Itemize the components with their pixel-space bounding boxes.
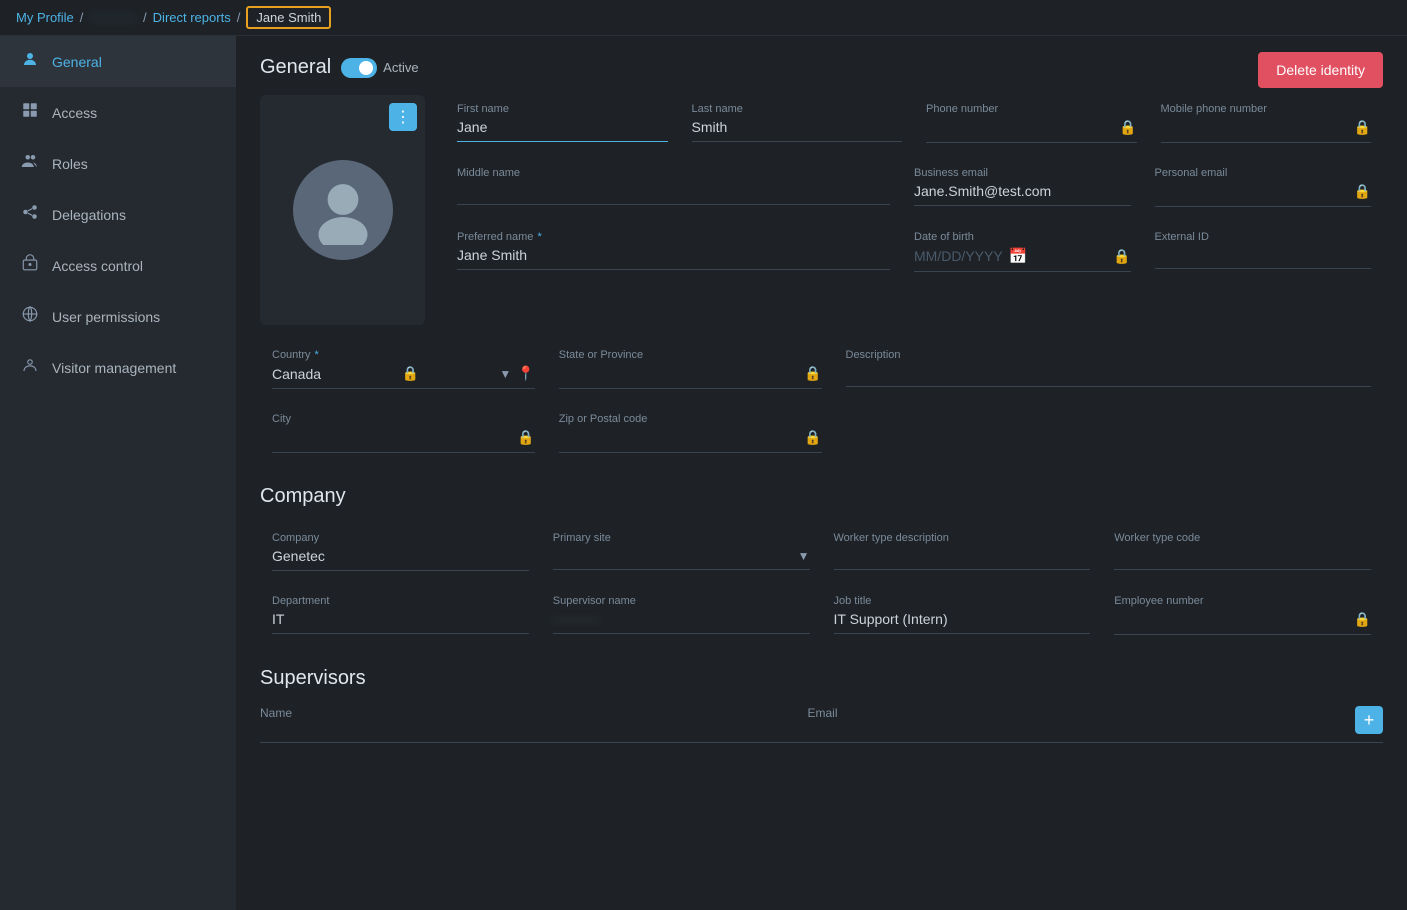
country-value: Canada — [272, 366, 321, 382]
employee-number-field: Employee number 🔒 — [1102, 587, 1383, 643]
department-field: Department IT — [260, 587, 541, 643]
avatar-card: ⋮ — [260, 95, 425, 325]
last-name-value: Smith — [692, 119, 728, 135]
row-middle-email: Middle name Business email Jane.Smith@te… — [445, 159, 1383, 215]
sidebar-general-label: General — [52, 54, 102, 70]
user-permissions-icon — [20, 305, 40, 328]
sidebar-access-control-label: Access control — [52, 258, 143, 274]
access-icon — [20, 101, 40, 124]
department-value: IT — [272, 611, 284, 627]
sidebar-item-roles[interactable]: Roles — [0, 138, 236, 189]
country-field: Country * Canada 🔒 ▼ 📍 — [260, 341, 547, 397]
sidebar-delegations-label: Delegations — [52, 207, 126, 223]
company-section-title: Company — [260, 485, 1383, 508]
primary-site-field: Primary site ▼ — [541, 524, 822, 579]
sidebar-item-delegations[interactable]: Delegations — [0, 189, 236, 240]
business-email-value: Jane.Smith@test.com — [914, 183, 1051, 199]
mobile-lock-icon: 🔒 — [1354, 119, 1371, 136]
my-profile-link[interactable]: My Profile — [16, 10, 74, 25]
sidebar-item-access[interactable]: Access — [0, 87, 236, 138]
row-company: Company Genetec Primary site ▼ Worker ty… — [260, 524, 1383, 579]
delete-identity-button[interactable]: Delete identity — [1258, 52, 1383, 88]
country-dropdown-icon[interactable]: ▼ — [499, 367, 511, 381]
last-name-field: Last name Smith — [680, 95, 915, 151]
job-title-value: IT Support (Intern) — [834, 611, 948, 627]
preferred-name-field: Preferred name * Jane Smith — [445, 223, 902, 280]
external-id-field: External ID — [1143, 223, 1384, 280]
state-lock-icon: 🔒 — [804, 365, 821, 382]
preferred-name-value: Jane Smith — [457, 247, 527, 263]
phone-field: Phone number 🔒 — [914, 95, 1149, 151]
supervisors-section-title: Supervisors — [260, 667, 1383, 690]
job-title-field: Job title IT Support (Intern) — [822, 587, 1103, 643]
blurred-link[interactable]: ··········· — [89, 10, 137, 25]
company-value: Genetec — [272, 548, 325, 564]
person-icon — [20, 50, 40, 73]
mobile-phone-field: Mobile phone number 🔒 — [1149, 95, 1384, 151]
sidebar-access-label: Access — [52, 105, 97, 121]
personal-email-lock-icon: 🔒 — [1354, 183, 1371, 200]
middle-name-field: Middle name — [445, 159, 902, 215]
employee-number-lock-icon: 🔒 — [1354, 611, 1371, 628]
active-toggle[interactable]: Active — [341, 58, 418, 78]
row-country-state: Country * Canada 🔒 ▼ 📍 State or Province… — [260, 341, 1383, 397]
breadcrumb: My Profile / ··········· / Direct report… — [0, 0, 1407, 36]
supervisors-table-header: Name Email + — [260, 706, 1383, 743]
delegations-icon — [20, 203, 40, 226]
dob-field: Date of birth MM/DD/YYYY 📅 🔒 — [902, 223, 1143, 280]
zip-field: Zip or Postal code 🔒 — [547, 405, 834, 461]
sidebar-item-visitor-management[interactable]: Visitor management — [0, 342, 236, 393]
calendar-icon[interactable]: 📅 — [1009, 247, 1028, 265]
city-lock-icon: 🔒 — [517, 429, 534, 446]
city-field: City 🔒 — [260, 405, 547, 461]
sidebar-item-user-permissions[interactable]: User permissions — [0, 291, 236, 342]
zip-lock-icon: 🔒 — [804, 429, 821, 446]
avatar-menu-button[interactable]: ⋮ — [389, 103, 417, 131]
active-label: Active — [383, 60, 418, 75]
first-name-field: First name — [445, 95, 680, 151]
first-name-input[interactable] — [457, 119, 668, 135]
row-name-phone: First name Last name Smith Phone number — [445, 95, 1383, 151]
general-title: General — [260, 56, 331, 79]
state-field: State or Province 🔒 — [547, 341, 834, 397]
row-preferred-dob: Preferred name * Jane Smith Date of birt… — [445, 223, 1383, 280]
main-content: Delete identity General Active ⋮ — [236, 36, 1407, 910]
country-lock-icon: 🔒 — [402, 365, 419, 382]
name-column-header: Name — [260, 706, 808, 734]
sidebar-visitor-management-label: Visitor management — [52, 360, 176, 376]
worker-type-desc-field: Worker type description — [822, 524, 1103, 579]
sidebar-roles-label: Roles — [52, 156, 88, 172]
general-block: ⋮ First name — [260, 95, 1383, 325]
direct-reports-link[interactable]: Direct reports — [153, 10, 231, 25]
sidebar-item-general[interactable]: General — [0, 36, 236, 87]
company-field: Company Genetec — [260, 524, 541, 579]
row-city-zip: City 🔒 Zip or Postal code 🔒 — [260, 405, 1383, 461]
sidebar: General Access Roles Delegations Access … — [0, 36, 236, 910]
current-page: Jane Smith — [246, 6, 331, 29]
personal-email-field: Personal email 🔒 — [1143, 159, 1384, 215]
general-section-header: General Active — [260, 56, 1383, 79]
dob-placeholder: MM/DD/YYYY — [914, 248, 1003, 264]
dob-lock-icon: 🔒 — [1113, 248, 1130, 265]
supervisor-field: Supervisor name ·········· — [541, 587, 822, 643]
toggle-switch[interactable] — [341, 58, 377, 78]
fields-area: First name Last name Smith Phone number — [445, 95, 1383, 325]
avatar — [293, 160, 393, 260]
description-field: Description — [834, 341, 1384, 397]
sidebar-item-access-control[interactable]: Access control — [0, 240, 236, 291]
email-column-header: Email — [808, 706, 1356, 734]
visitor-management-icon — [20, 356, 40, 379]
worker-type-code-field: Worker type code — [1102, 524, 1383, 579]
business-email-field: Business email Jane.Smith@test.com — [902, 159, 1143, 215]
row-department: Department IT Supervisor name ··········… — [260, 587, 1383, 643]
phone-lock-icon: 🔒 — [1119, 119, 1136, 136]
access-control-icon — [20, 254, 40, 277]
location-pin-icon: 📍 — [517, 365, 534, 382]
roles-icon — [20, 152, 40, 175]
primary-site-dropdown-icon[interactable]: ▼ — [798, 549, 810, 563]
add-supervisor-button[interactable]: + — [1355, 706, 1383, 734]
supervisor-value: ·········· — [553, 611, 600, 627]
sidebar-user-permissions-label: User permissions — [52, 309, 160, 325]
